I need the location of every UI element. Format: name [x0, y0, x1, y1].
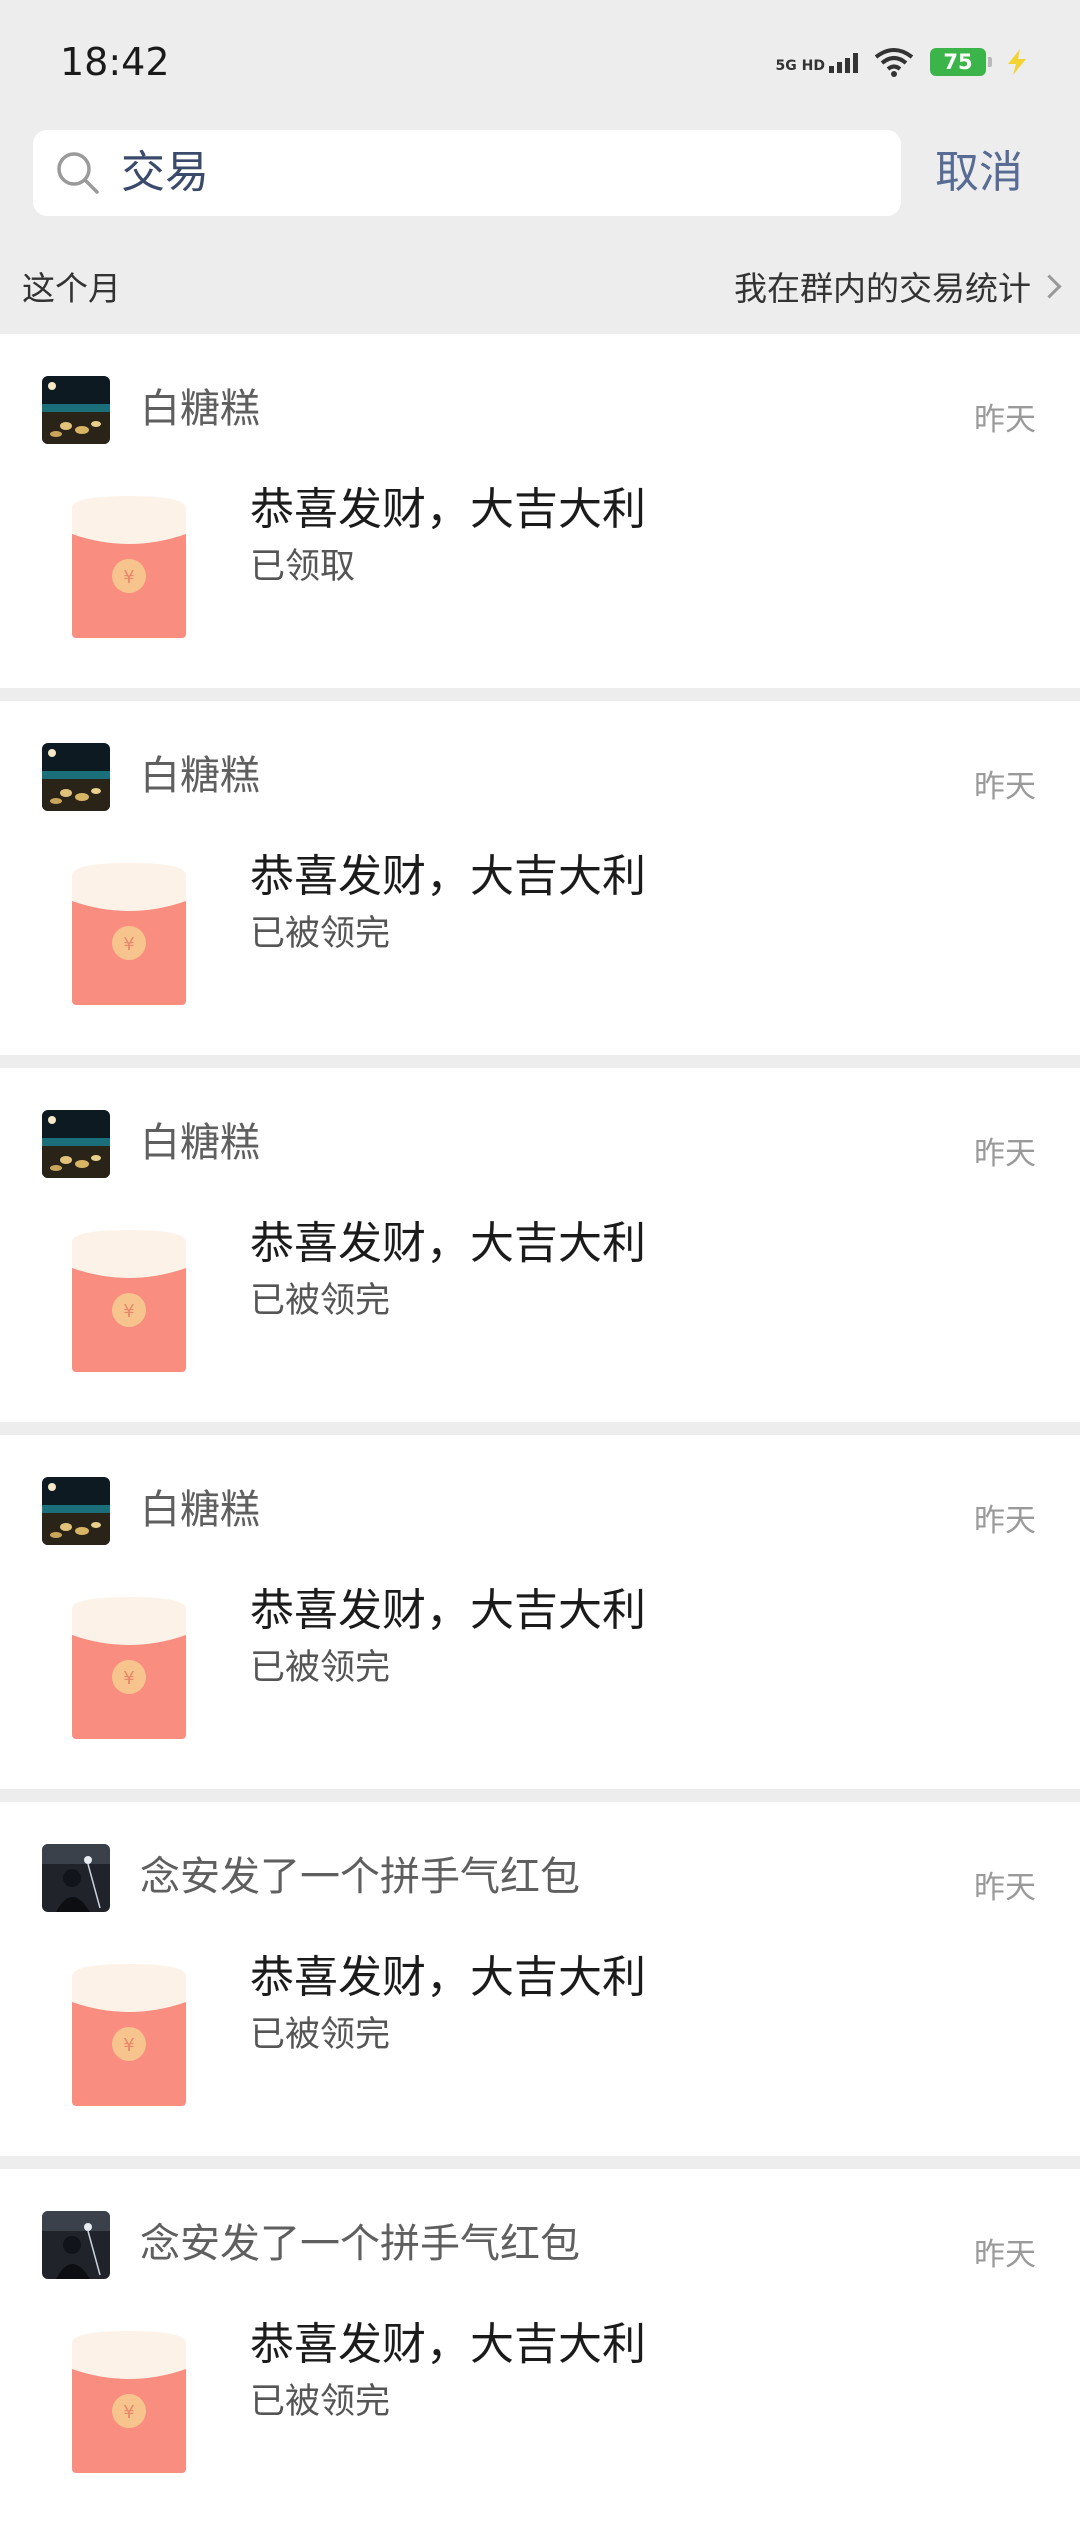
battery-level: 75: [943, 50, 973, 74]
envelope-status: 已被领完: [250, 914, 391, 954]
wifi-icon: [874, 48, 914, 77]
sender-avatar[interactable]: [42, 376, 110, 444]
sender-avatar[interactable]: [42, 1844, 110, 1912]
chevron-right-icon: [1037, 273, 1062, 299]
sender-name: 白糖糕: [140, 1487, 260, 1533]
envelope-status: 已领取: [250, 547, 356, 587]
sender-avatar[interactable]: [42, 1477, 110, 1545]
svg-text:¥: ¥: [123, 934, 134, 955]
red-envelope-icon: ¥: [72, 863, 186, 1005]
transaction-card[interactable]: 念安发了一个拼手气红包 昨天 ¥ 恭喜发财，大吉大利已被领完: [0, 2169, 1080, 2523]
group-stats-link[interactable]: 我在群内的交易统计: [734, 262, 1062, 310]
envelope-status: 已被领完: [250, 2382, 391, 2422]
status-time: 18:42: [60, 40, 170, 84]
red-envelope-icon: ¥: [72, 2331, 186, 2473]
battery-icon: 75: [930, 48, 992, 76]
status-icons: 5G HD 75: [776, 40, 1032, 84]
transaction-date: 昨天: [974, 2237, 1036, 2273]
blessing-text: 恭喜发财，大吉大利: [250, 1218, 646, 1269]
sender-avatar[interactable]: [42, 1110, 110, 1178]
transaction-date: 昨天: [974, 769, 1036, 805]
cancel-button[interactable]: 取消: [935, 145, 1023, 201]
blessing-text: 恭喜发财，大吉大利: [250, 1952, 646, 2003]
transaction-card[interactable]: 念安发了一个拼手气红包 昨天 ¥ 恭喜发财，大吉大利已被领完: [0, 1802, 1080, 2156]
sender-name: 白糖糕: [140, 386, 260, 432]
signal-icon: 5G HD: [776, 51, 858, 73]
envelope-status: 已被领完: [250, 2015, 391, 2055]
red-envelope-icon: ¥: [72, 1230, 186, 1372]
transaction-card[interactable]: 白糖糕 昨天 ¥ 恭喜发财，大吉大利已被领完: [0, 701, 1080, 1055]
sender-name: 念安发了一个拼手气红包: [140, 1854, 580, 1900]
transaction-date: 昨天: [974, 1870, 1036, 1906]
sender-avatar[interactable]: [42, 2211, 110, 2279]
transaction-card[interactable]: 白糖糕 昨天 ¥ 恭喜发财，大吉大利已领取: [0, 334, 1080, 688]
transaction-date: 昨天: [974, 1503, 1036, 1539]
blessing-text: 恭喜发财，大吉大利: [250, 2319, 646, 2370]
svg-text:¥: ¥: [123, 1668, 134, 1689]
charging-icon: [1008, 49, 1026, 75]
svg-text:¥: ¥: [123, 2035, 134, 2056]
envelope-status: 已被领完: [250, 1281, 391, 1321]
network-label: 5G HD: [775, 58, 825, 74]
search-input[interactable]: 交易: [33, 130, 901, 216]
filter-row: 这个月 我在群内的交易统计: [0, 258, 1080, 316]
transaction-date: 昨天: [974, 402, 1036, 438]
signal-bars: [829, 51, 858, 73]
blessing-text: 恭喜发财，大吉大利: [250, 851, 646, 902]
period-label: 这个月: [22, 269, 121, 308]
search-icon: [57, 152, 99, 194]
svg-text:¥: ¥: [123, 2402, 134, 2423]
group-stats-label: 我在群内的交易统计: [734, 269, 1031, 308]
blessing-text: 恭喜发财，大吉大利: [250, 484, 646, 535]
status-bar: 18:42 5G HD 75: [0, 0, 1080, 120]
transaction-card[interactable]: 白糖糕 昨天 ¥ 恭喜发财，大吉大利已被领完: [0, 1068, 1080, 1422]
svg-text:¥: ¥: [123, 1301, 134, 1322]
sender-name: 白糖糕: [140, 1120, 260, 1166]
transaction-card[interactable]: 白糖糕 昨天 ¥ 恭喜发财，大吉大利已被领完: [0, 1435, 1080, 1789]
red-envelope-icon: ¥: [72, 496, 186, 638]
svg-text:¥: ¥: [123, 567, 134, 588]
red-envelope-icon: ¥: [72, 1597, 186, 1739]
sender-name: 念安发了一个拼手气红包: [140, 2221, 580, 2267]
sender-avatar[interactable]: [42, 743, 110, 811]
sender-name: 白糖糕: [140, 753, 260, 799]
red-envelope-icon: ¥: [72, 1964, 186, 2106]
transaction-date: 昨天: [974, 1136, 1036, 1172]
envelope-status: 已被领完: [250, 1648, 391, 1688]
search-query: 交易: [121, 147, 209, 198]
blessing-text: 恭喜发财，大吉大利: [250, 1585, 646, 1636]
